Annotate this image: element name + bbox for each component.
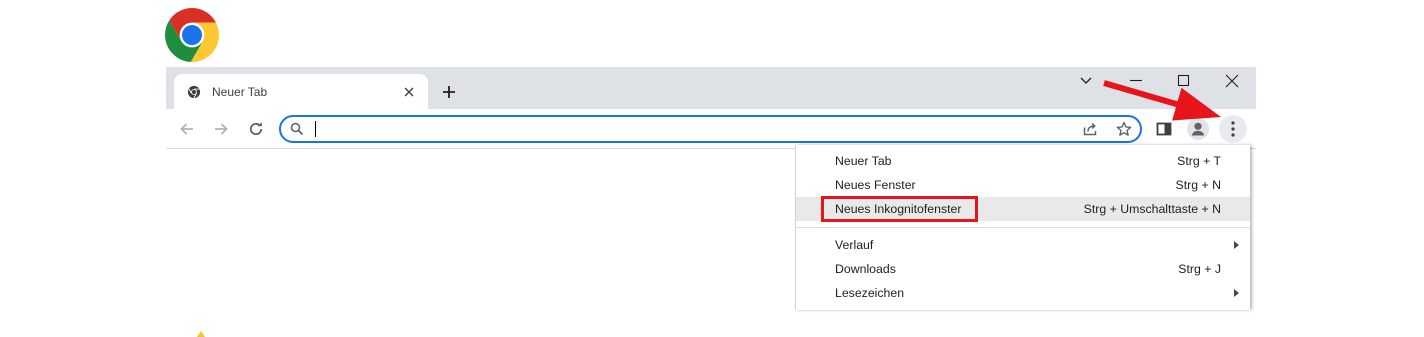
submenu-arrow-icon [1234, 241, 1239, 249]
tab-title: Neuer Tab [212, 85, 268, 99]
star-icon[interactable] [1116, 121, 1132, 137]
profile-avatar-icon[interactable] [1187, 118, 1209, 140]
address-bar[interactable] [279, 115, 1142, 143]
chrome-favicon-icon [187, 85, 201, 99]
menu-item-label: Neuer Tab [835, 154, 892, 168]
chrome-main-menu: Neuer Tab Strg + T Neues Fenster Strg + … [795, 145, 1250, 310]
menu-item-new-window[interactable]: Neues Fenster Strg + N [796, 173, 1250, 197]
minimize-icon[interactable] [1129, 74, 1143, 88]
menu-item-bookmarks[interactable]: Lesezeichen [796, 281, 1250, 305]
menu-item-new-tab[interactable]: Neuer Tab Strg + T [796, 149, 1250, 173]
chevron-down-icon[interactable] [1079, 74, 1093, 88]
menu-item-shortcut: Strg + T [1177, 154, 1221, 168]
annotation-highlight-box [821, 196, 978, 222]
menu-item-label: Downloads [835, 262, 896, 276]
chrome-logo-icon [165, 8, 219, 62]
submenu-arrow-icon [1234, 289, 1239, 297]
close-icon[interactable] [402, 85, 416, 99]
arrow-right-icon[interactable] [213, 121, 229, 137]
side-panel-icon[interactable] [1156, 121, 1172, 137]
menu-item-label: Verlauf [835, 238, 874, 252]
menu-separator [796, 227, 1250, 228]
more-vertical-icon[interactable] [1219, 115, 1247, 143]
search-icon [290, 122, 304, 136]
person-icon [1191, 122, 1205, 136]
maximize-icon[interactable] [1177, 74, 1191, 88]
menu-item-shortcut: Strg + N [1175, 178, 1221, 192]
menu-item-history[interactable]: Verlauf [796, 233, 1250, 257]
arrow-left-icon[interactable] [179, 121, 195, 137]
close-icon[interactable] [1225, 74, 1239, 88]
share-icon[interactable] [1082, 121, 1098, 137]
menu-item-label: Lesezeichen [835, 286, 905, 300]
cropped-yellow-mark [197, 331, 205, 337]
plus-icon[interactable] [442, 85, 456, 99]
menu-item-label: Neues Fenster [835, 178, 916, 192]
three-dots-icon [1231, 121, 1235, 137]
reload-icon[interactable] [248, 121, 264, 137]
menu-item-downloads[interactable]: Downloads Strg + J [796, 257, 1250, 281]
menu-item-shortcut: Strg + J [1178, 262, 1221, 276]
menu-item-shortcut: Strg + Umschalttaste + N [1083, 202, 1221, 216]
text-cursor [315, 121, 316, 137]
